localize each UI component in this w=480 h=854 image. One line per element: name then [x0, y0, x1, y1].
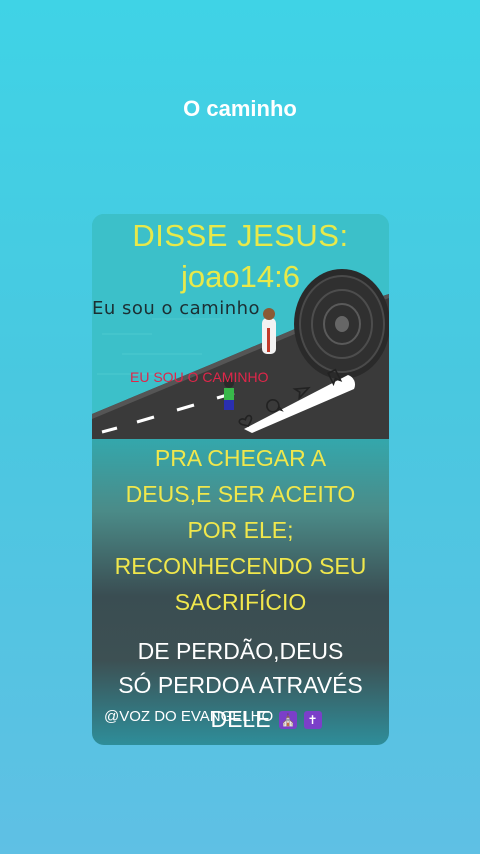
secondary-line: DE PERDÃO,DEUS: [137, 638, 344, 664]
main-line: DEUS,E SER ACEITO: [125, 481, 356, 507]
page-title: O caminho: [183, 96, 297, 121]
main-line: RECONHECENDO SEU: [114, 553, 367, 579]
card-verse-reference: joao14:6: [181, 259, 300, 294]
secondary-line: SÓ PERDOA ATRAVÉS: [118, 672, 363, 698]
handle-text: @VOZ DO EVANGELHO: [104, 708, 274, 725]
post-image-card[interactable]: Eu sou o caminho DISSE JESUS: joao14:6 E…: [92, 214, 389, 745]
main-line: POR ELE;: [187, 517, 294, 543]
author-handle[interactable]: @VOZ DO EVANGELHO ⛪ ✝: [104, 708, 322, 729]
card-heading: DISSE JESUS:: [132, 218, 349, 253]
action-bar: [238, 368, 356, 433]
main-line: PRA CHEGAR A: [154, 445, 327, 471]
latin-cross-icon: ✝: [303, 711, 322, 729]
main-line: SACRIFÍCIO: [174, 589, 307, 615]
place-of-worship-icon: ⛪: [279, 711, 298, 729]
road-caption: Eu sou o caminho: [92, 298, 261, 319]
main-message: PRA CHEGAR A DEUS,E SER ACEITO POR ELE; …: [92, 440, 389, 620]
